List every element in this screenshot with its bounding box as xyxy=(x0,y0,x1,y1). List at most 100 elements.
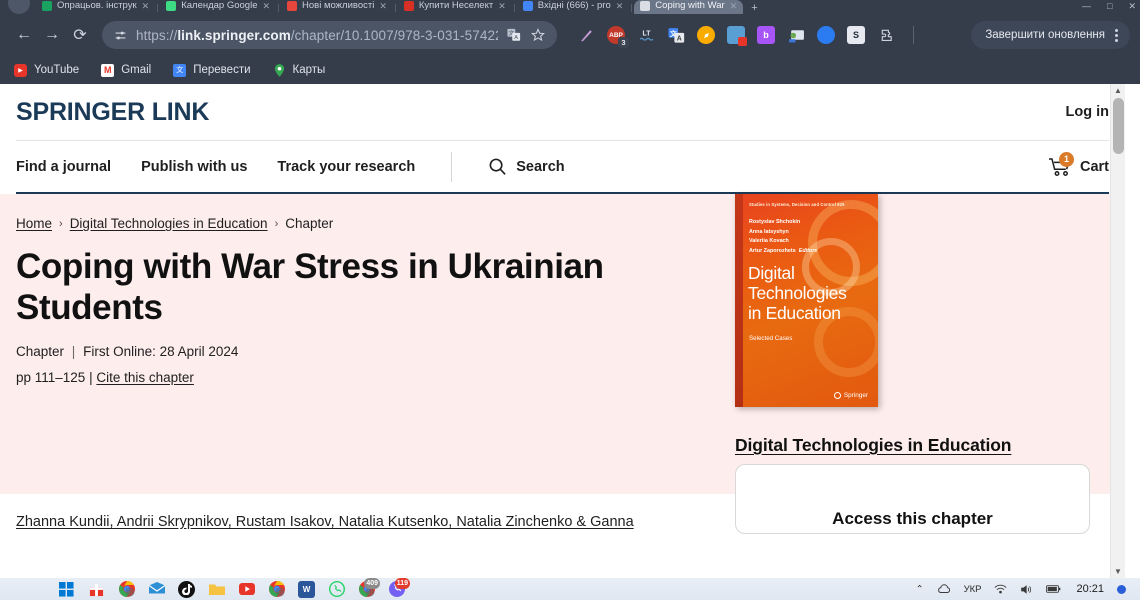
address-bar[interactable]: https://link.springer.com/chapter/10.100… xyxy=(102,21,557,49)
windows-start-icon[interactable] xyxy=(58,581,75,598)
editor-1: Rostyslav Shchokin xyxy=(749,219,801,225)
youtube-icon[interactable] xyxy=(238,581,255,598)
bookmark-item[interactable]: Карты xyxy=(273,63,325,77)
notification-dot-icon[interactable] xyxy=(1117,584,1126,594)
book-title-line-1: Digital xyxy=(748,263,795,283)
minimize-button[interactable]: — xyxy=(1082,0,1091,12)
search-button[interactable]: Search xyxy=(488,157,565,176)
tab-close-icon[interactable]: ✕ xyxy=(730,1,738,12)
breadcrumb-book[interactable]: Digital Technologies in Education xyxy=(70,216,268,231)
tab-close-icon[interactable]: ✕ xyxy=(379,1,387,12)
toolbar-divider xyxy=(913,26,914,44)
scroll-down-arrow[interactable]: ▼ xyxy=(1111,565,1125,578)
tab-label: Coping with War xyxy=(655,0,725,11)
languagetool-extension-icon[interactable]: LT xyxy=(637,26,655,44)
extension-tray: ABP 3 LT 文 A b S xyxy=(577,26,920,48)
page-scrollbar[interactable]: ▲ ▼ xyxy=(1110,84,1125,578)
compass-extension-icon[interactable] xyxy=(697,26,715,44)
gift-icon[interactable] xyxy=(88,581,105,598)
browser-tab[interactable]: Календар Google ✕ xyxy=(160,0,276,14)
chrome-profile2-icon[interactable] xyxy=(268,581,285,598)
new-tab-button[interactable]: + xyxy=(743,2,765,14)
nav-track-your-research[interactable]: Track your research xyxy=(277,159,415,175)
book-cover-title: Digital Technologies in Education xyxy=(748,263,870,323)
bookmark-star-icon[interactable] xyxy=(531,28,545,42)
translate-icon[interactable]: 文 A xyxy=(507,28,521,42)
springerlink-logo[interactable]: SPRINGER LINK xyxy=(16,98,209,127)
forward-button[interactable]: → xyxy=(38,21,66,49)
tab-close-icon[interactable]: ✕ xyxy=(142,1,150,12)
editor-3: Valeriia Kovach xyxy=(749,238,789,245)
taskbar-badge: 119 xyxy=(394,577,410,589)
scrollbar-thumb[interactable] xyxy=(1113,98,1124,154)
cart-button[interactable]: 1 Cart xyxy=(1048,151,1109,177)
google-translate-extension-icon[interactable]: 文 A xyxy=(667,26,685,44)
cloud-icon[interactable] xyxy=(937,584,951,594)
search-icon xyxy=(488,157,507,176)
tab-close-icon[interactable]: ✕ xyxy=(498,1,506,12)
bookmark-item[interactable]: M Gmail xyxy=(101,63,151,77)
browser-tab[interactable]: Нові можливості ✕ xyxy=(281,0,393,14)
screen-capture-extension-icon[interactable] xyxy=(787,26,805,44)
grammar-extension-icon[interactable]: S xyxy=(847,26,865,44)
author-list: Zhanna Kundii, Andrii Skrypnikov, Rustam… xyxy=(16,512,676,534)
author-link[interactable]: Zhanna Kundii, Andrii Skrypnikov, Rustam… xyxy=(16,514,634,530)
editor-4: Artur Zaporozhets xyxy=(749,247,796,254)
chevron-up-icon[interactable]: ⌃ xyxy=(916,584,924,595)
chrome-menu-icon[interactable] xyxy=(1115,28,1118,42)
scroll-up-arrow[interactable]: ▲ xyxy=(1111,84,1125,97)
editor-2: Anna Iatsyshyn xyxy=(749,228,789,235)
chapter-content: Home › Digital Technologies in Education… xyxy=(0,194,1125,534)
breadcrumb-home[interactable]: Home xyxy=(16,216,52,231)
logo-link-text: LINK xyxy=(151,97,210,126)
tiktok-icon[interactable] xyxy=(178,580,195,598)
profile-avatar[interactable] xyxy=(8,0,30,14)
extensions-puzzle-icon[interactable] xyxy=(877,26,895,44)
back-button[interactable]: ← xyxy=(10,21,38,49)
whatsapp-icon[interactable] xyxy=(328,581,345,598)
browser-tab[interactable]: Купити Неселект ✕ xyxy=(398,0,512,14)
book-title-link[interactable]: Digital Technologies in Education xyxy=(735,435,1012,456)
mail-icon[interactable] xyxy=(148,581,165,598)
abp-extension-icon[interactable]: ABP 3 xyxy=(607,26,629,48)
word-icon[interactable]: W xyxy=(298,580,315,598)
file-explorer-icon[interactable] xyxy=(208,581,225,598)
reload-button[interactable]: ⟳ xyxy=(66,21,94,49)
chrome-profile3-icon[interactable]: 409 xyxy=(358,577,380,598)
speaker-icon[interactable] xyxy=(1020,584,1033,595)
shopping-cart-icon: 1 xyxy=(1048,151,1074,177)
taskbar-clock[interactable]: 20:21 xyxy=(1076,583,1104,595)
cite-this-chapter-link[interactable]: Cite this chapter xyxy=(96,370,194,385)
blue-circle-extension-icon[interactable] xyxy=(817,26,835,44)
browser-tab[interactable]: Coping with War ✕ xyxy=(634,0,744,14)
bookmark-item[interactable]: 文 Перевести xyxy=(173,63,251,77)
tab-favicon-icon xyxy=(403,1,414,11)
tab-separator xyxy=(631,4,633,12)
browser-tab[interactable]: Опрацьов. інструк ✕ xyxy=(36,0,155,14)
tab-close-icon[interactable]: ✕ xyxy=(262,1,270,12)
book-cover-image[interactable]: Studies in Systems, Decision and Control… xyxy=(735,194,878,407)
chrome-profile-icon[interactable] xyxy=(118,581,135,598)
maximize-button[interactable]: □ xyxy=(1107,0,1112,12)
site-settings-icon[interactable] xyxy=(114,29,127,42)
log-in-button[interactable]: Log in xyxy=(1066,104,1110,120)
nav-publish-with-us[interactable]: Publish with us xyxy=(141,159,247,175)
wifi-icon[interactable] xyxy=(994,584,1007,594)
tab-close-icon[interactable]: ✕ xyxy=(616,1,624,12)
nav-find-a-journal[interactable]: Find a journal xyxy=(16,159,111,175)
access-this-chapter-card[interactable]: Access this chapter xyxy=(735,464,1090,534)
battery-icon[interactable] xyxy=(1046,584,1061,594)
springer-nav: Find a journal Publish with us Track you… xyxy=(16,140,1109,194)
bookmark-item[interactable]: ▶ YouTube xyxy=(14,63,79,77)
tab-separator xyxy=(278,4,280,12)
bitwarden-extension-icon[interactable]: b xyxy=(757,26,775,44)
pen-extension-icon[interactable] xyxy=(577,26,595,44)
language-indicator[interactable]: УКР xyxy=(964,584,982,595)
browser-tab[interactable]: Вхідні (666) - pro ✕ xyxy=(517,0,630,14)
close-window-button[interactable]: ✕ xyxy=(1128,0,1136,12)
video-downloader-extension-icon[interactable] xyxy=(727,26,747,46)
finish-update-button[interactable]: Завершити оновлення xyxy=(971,21,1130,49)
viber-icon[interactable]: 119 xyxy=(388,577,410,598)
page-title: Coping with War Stress in Ukrainian Stud… xyxy=(16,247,604,327)
url-domain: link.springer.com xyxy=(177,27,291,43)
